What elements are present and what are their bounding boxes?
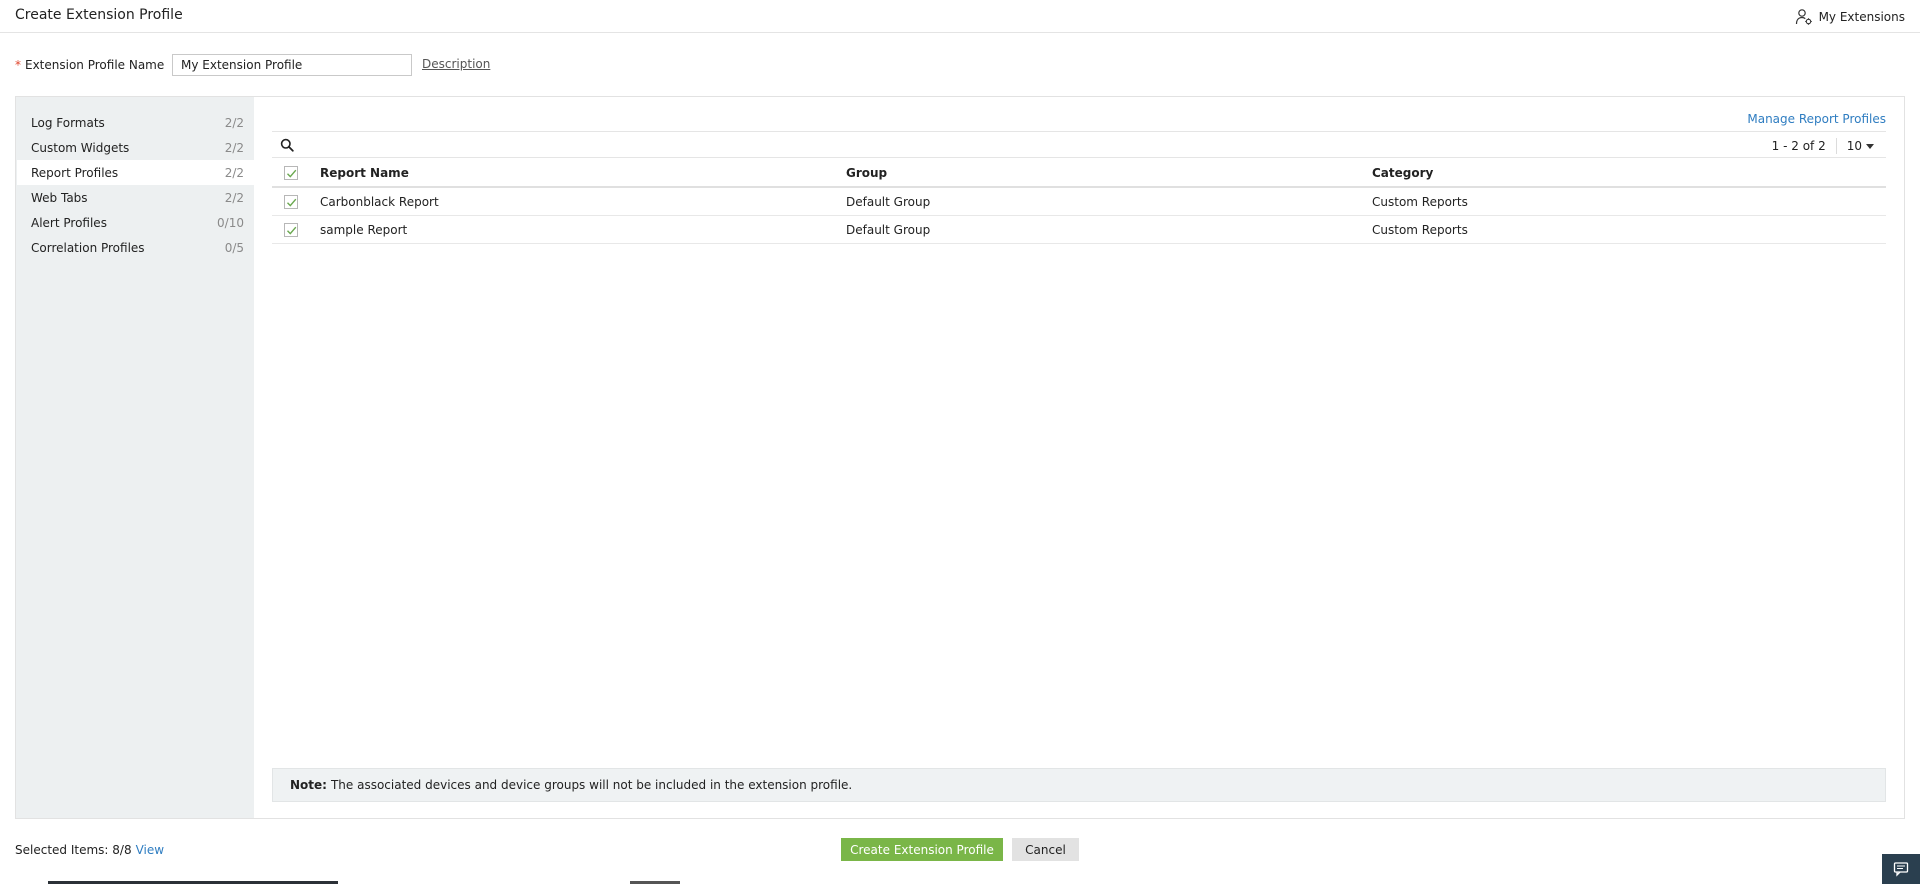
- table-header-row: Report Name Group Category: [272, 159, 1886, 188]
- per-page-value: 10: [1846, 139, 1862, 153]
- sidebar-item-label: Correlation Profiles: [31, 240, 145, 255]
- note-label: Note:: [290, 778, 327, 792]
- row-checkbox[interactable]: [284, 223, 298, 237]
- check-icon: [287, 198, 297, 207]
- selected-items-summary: Selected Items: 8/8 View: [15, 843, 164, 857]
- table-row: Carbonblack Report Default Group Custom …: [272, 188, 1886, 216]
- sidebar-item-log-formats[interactable]: Log Formats 2/2: [17, 110, 254, 135]
- table-toolbar: 1 - 2 of 2 10: [272, 131, 1886, 158]
- sidebar-item-label: Log Formats: [31, 115, 105, 130]
- sidebar-item-label: Custom Widgets: [31, 140, 130, 155]
- sidebar-item-count: 2/2: [224, 165, 244, 180]
- report-table: Report Name Group Category Carbonblack R…: [272, 159, 1886, 244]
- check-icon: [287, 169, 297, 178]
- page-title: Create Extension Profile: [15, 7, 183, 23]
- pagination: 1 - 2 of 2 10: [1772, 138, 1874, 154]
- per-page-select[interactable]: 10: [1847, 139, 1874, 153]
- cell-group: Default Group: [846, 222, 931, 237]
- view-selected-link[interactable]: View: [136, 843, 164, 857]
- description-link[interactable]: Description: [422, 57, 490, 71]
- check-icon: [287, 226, 297, 235]
- chevron-down-icon: [1866, 143, 1874, 149]
- sidebar-item-count: 2/2: [224, 190, 244, 205]
- required-mark: *: [15, 58, 21, 72]
- cell-report-name: sample Report: [320, 222, 408, 237]
- column-header-category[interactable]: Category: [1372, 166, 1433, 180]
- note-box: Note: The associated devices and device …: [272, 768, 1886, 802]
- sidebar-item-correlation-profiles[interactable]: Correlation Profiles 0/5: [17, 235, 254, 260]
- profile-name-label: Extension Profile Name: [25, 58, 165, 72]
- cell-category: Custom Reports: [1372, 194, 1468, 209]
- chat-icon: [1893, 862, 1909, 877]
- sidebar-item-custom-widgets[interactable]: Custom Widgets 2/2: [17, 135, 254, 160]
- profile-name-input[interactable]: [172, 54, 412, 76]
- sidebar-item-count: 2/2: [224, 115, 244, 130]
- report-profiles-content: Manage Report Profiles 1 - 2 of 2 10 Rep…: [254, 97, 1904, 818]
- select-all-checkbox[interactable]: [284, 166, 298, 180]
- cell-report-name: Carbonblack Report: [320, 194, 439, 209]
- column-header-group[interactable]: Group: [846, 166, 887, 180]
- profile-name-row: * Extension Profile Name Description: [15, 54, 490, 76]
- user-settings-icon: [1795, 9, 1812, 25]
- sidebar-item-web-tabs[interactable]: Web Tabs 2/2: [17, 185, 254, 210]
- cell-category: Custom Reports: [1372, 222, 1468, 237]
- sidebar-item-alert-profiles[interactable]: Alert Profiles 0/10: [17, 210, 254, 235]
- sidebar-item-label: Alert Profiles: [31, 215, 107, 230]
- my-extensions-link[interactable]: My Extensions: [1795, 8, 1905, 26]
- chat-button[interactable]: [1882, 854, 1920, 884]
- sidebar-item-count: 2/2: [224, 140, 244, 155]
- column-header-report-name[interactable]: Report Name: [320, 166, 409, 180]
- pagination-divider: [1835, 138, 1837, 154]
- extension-panel: Log Formats 2/2 Custom Widgets 2/2 Repor…: [15, 96, 1905, 819]
- cell-group: Default Group: [846, 194, 931, 209]
- sidebar-item-count: 0/5: [224, 240, 244, 255]
- manage-report-profiles-link[interactable]: Manage Report Profiles: [1747, 112, 1886, 126]
- sidebar-item-label: Web Tabs: [31, 190, 88, 205]
- search-icon[interactable]: [280, 138, 294, 152]
- category-sidebar: Log Formats 2/2 Custom Widgets 2/2 Repor…: [16, 97, 254, 818]
- create-extension-profile-button[interactable]: Create Extension Profile: [841, 838, 1003, 861]
- sidebar-item-report-profiles[interactable]: Report Profiles 2/2: [17, 160, 254, 185]
- sidebar-item-count: 0/10: [217, 215, 244, 230]
- row-checkbox[interactable]: [284, 195, 298, 209]
- note-text: The associated devices and device groups…: [330, 778, 853, 792]
- my-extensions-label: My Extensions: [1818, 10, 1905, 24]
- pagination-range: 1 - 2 of 2: [1771, 139, 1826, 153]
- page-header: Create Extension Profile My Extensions: [0, 0, 1920, 33]
- table-row: sample Report Default Group Custom Repor…: [272, 216, 1886, 244]
- cancel-button[interactable]: Cancel: [1012, 838, 1079, 861]
- sidebar-item-label: Report Profiles: [31, 165, 119, 180]
- selected-items-label: Selected Items: 8/8: [15, 843, 132, 857]
